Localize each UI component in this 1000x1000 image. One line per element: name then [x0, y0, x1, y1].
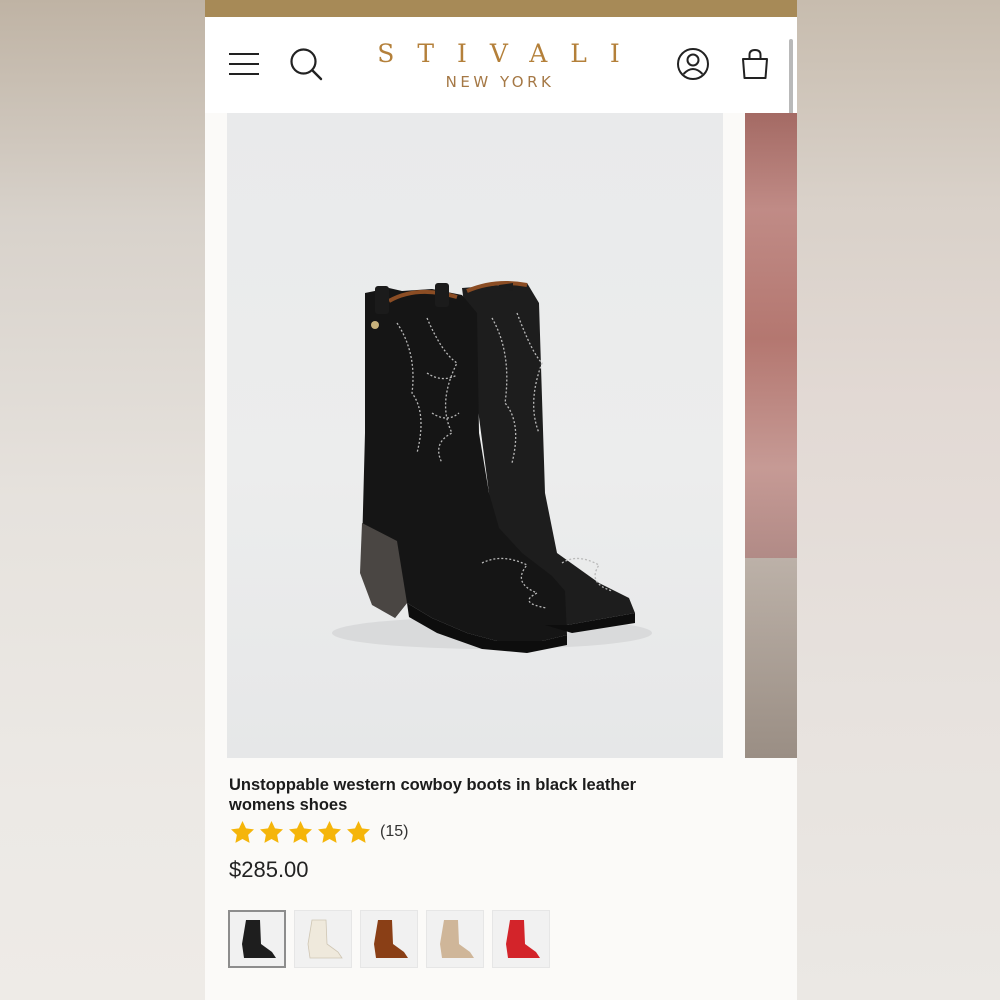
star-icon: [289, 820, 312, 843]
announcement-bar: [205, 0, 797, 17]
swatch-black[interactable]: [228, 910, 286, 968]
swatch-white[interactable]: [294, 910, 352, 968]
black-boot-thumbnail: [242, 920, 276, 958]
star-icon: [260, 820, 283, 843]
boots-illustration: [332, 281, 652, 653]
background-left: [0, 0, 205, 1000]
account-icon[interactable]: [676, 47, 710, 81]
product-title: Unstoppable western cowboy boots in blac…: [229, 776, 637, 814]
next-image-ground: [745, 558, 797, 758]
brown-boot-thumbnail: [374, 920, 408, 958]
background-right: [797, 0, 1000, 1000]
brand-logo[interactable]: STIVALI NEW YORK: [355, 39, 645, 91]
swatch-red[interactable]: [492, 910, 550, 968]
next-product-image[interactable]: [745, 113, 797, 758]
shopping-bag-icon[interactable]: [739, 47, 771, 81]
product-image[interactable]: [227, 113, 723, 758]
search-icon[interactable]: [289, 47, 323, 81]
phone-screen: STIVALI NEW YORK Unstoppable western cow…: [205, 0, 797, 1000]
hamburger-menu-icon[interactable]: [229, 53, 259, 75]
product-rating[interactable]: (15): [229, 818, 408, 846]
white-boot-thumbnail: [307, 919, 343, 959]
beige-boot-thumbnail: [440, 920, 474, 958]
site-header: STIVALI NEW YORK: [205, 17, 797, 187]
product-price: $285.00: [229, 857, 309, 882]
star-icon: [347, 820, 370, 843]
swatch-brown-suede[interactable]: [360, 910, 418, 968]
swatch-beige[interactable]: [426, 910, 484, 968]
brand-subtitle: NEW YORK: [445, 73, 555, 91]
review-count[interactable]: (15): [380, 823, 408, 841]
brand-name: STIVALI: [377, 39, 643, 68]
star-icon: [231, 820, 254, 843]
red-boot-thumbnail: [506, 920, 540, 958]
color-swatches: [228, 910, 558, 968]
star-icon: [318, 820, 341, 843]
